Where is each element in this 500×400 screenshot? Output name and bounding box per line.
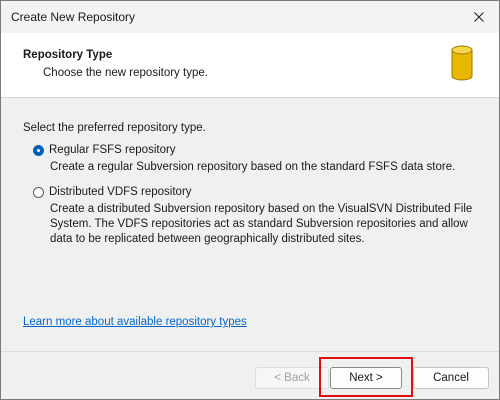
back-button[interactable]: < Back [255, 367, 329, 389]
radio-vdfs[interactable] [33, 186, 44, 198]
radio-fsfs[interactable] [33, 144, 44, 156]
option-fsfs-label: Regular FSFS repository [49, 144, 176, 156]
title-bar: Create New Repository [1, 1, 499, 33]
wizard-header: Repository Type Choose the new repositor… [1, 33, 499, 98]
option-fsfs-description: Create a regular Subversion repository b… [50, 161, 456, 173]
close-icon [474, 12, 484, 22]
page-subtitle: Choose the new repository type. [43, 67, 208, 79]
window-title: Create New Repository [11, 10, 136, 24]
learn-more-link[interactable]: Learn more about available repository ty… [23, 316, 247, 328]
create-repository-dialog: Create New Repository Repository Type Ch… [0, 0, 500, 400]
database-icon [451, 45, 473, 81]
option-vdfs-description: Create a distributed Subversion reposito… [50, 203, 473, 245]
wizard-content: Select the preferred repository type. Re… [1, 98, 499, 348]
option-vdfs[interactable]: Distributed VDFS repository [33, 186, 192, 198]
close-button[interactable] [459, 1, 499, 33]
option-vdfs-label: Distributed VDFS repository [49, 186, 192, 198]
page-title: Repository Type [23, 49, 113, 61]
cancel-button[interactable]: Cancel [413, 367, 489, 389]
option-fsfs[interactable]: Regular FSFS repository [33, 144, 176, 156]
footer-divider [1, 351, 499, 352]
next-button[interactable]: Next > [330, 367, 402, 389]
selection-prompt: Select the preferred repository type. [23, 122, 206, 134]
